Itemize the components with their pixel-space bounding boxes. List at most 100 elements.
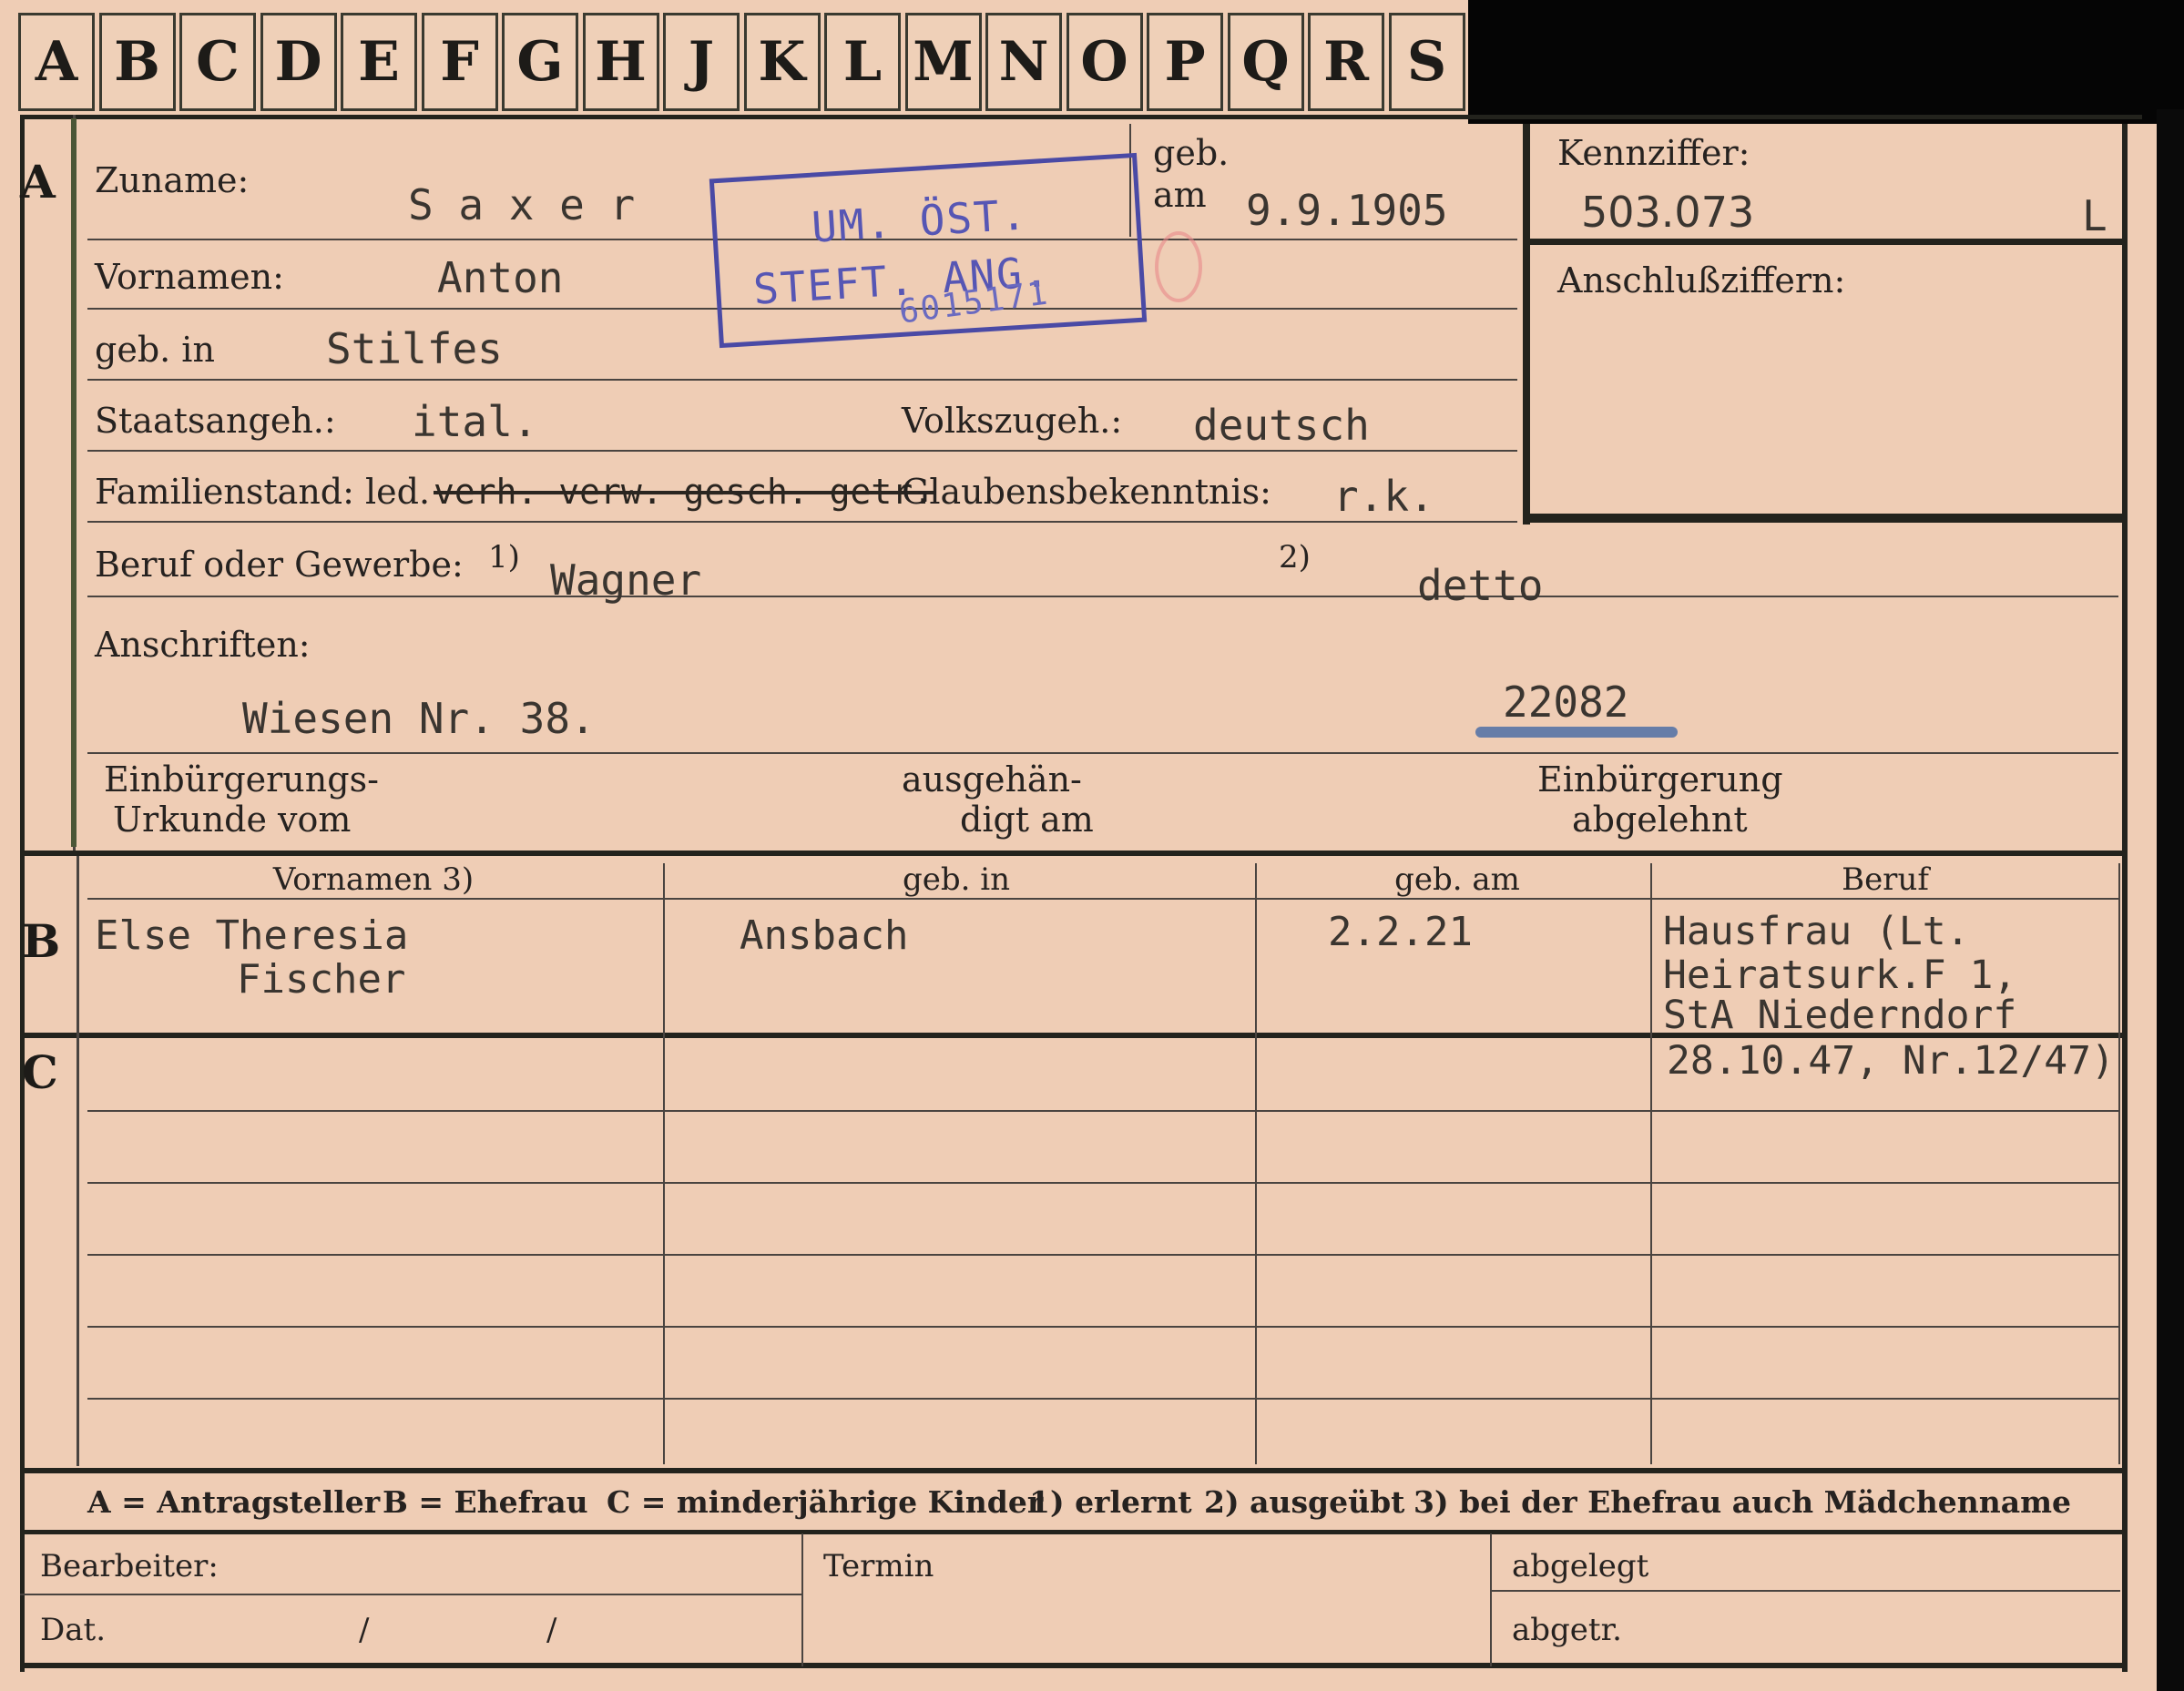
frame-top [20,115,2142,119]
legend-note-2: 2) ausgeübt [1204,1484,1405,1520]
alphabet-tab: G [502,13,578,111]
ethnicity-value: deutsch [1193,401,1370,450]
header-geb-am: geb. am [1394,861,1520,898]
rule [87,450,1517,452]
birthdate-value: 9.9.1905 [1246,186,1448,235]
bearbeiter-label: Bearbeiter: [40,1548,219,1584]
citizenship-label: Staatsangeh.: [95,401,336,441]
date-label: Dat. [40,1612,107,1648]
firstname-value: Anton [437,253,564,302]
address-number: 22082 [1503,677,1629,727]
legend-c: C = minderjährige Kinder [607,1484,1044,1520]
refused-label-2: abgelehnt [1572,800,1748,840]
alphabet-tab: P [1147,13,1223,111]
alphabet-tab: C [179,13,256,111]
card-edge-shade [71,118,77,847]
legend-a: A = Antragsteller [87,1484,381,1520]
anschluss-label: Anschlußziffern: [1557,260,1846,301]
header-beruf: Beruf [1842,861,1929,898]
scan-background [1468,0,2184,124]
address-value: Wiesen Nr. 38. [242,694,596,743]
spouse-profession-line: StA Niederndorf [1663,993,2017,1038]
rule [87,596,2118,597]
date-separator: / [546,1612,557,1648]
table-left-rule [77,856,79,1466]
children-row-rule [87,1254,2118,1256]
alphabet-tab: H [582,13,659,111]
rule [87,521,1517,523]
abgelegt-label: abgelegt [1512,1548,1649,1584]
naturalization-label-2: Urkunde vom [113,800,352,840]
alphabet-tab: F [421,13,498,111]
blue-underline-mark [1475,727,1678,738]
section-b-top-rule [20,851,2128,856]
spouse-profession-line: 28.10.47, Nr.12/47) [1667,1038,2115,1084]
footer-top-rule [20,1530,2128,1534]
alphabet-tab: B [98,13,176,111]
table-column-rule [663,863,665,1464]
naturalization-label: Einbürgerungs- [104,759,379,800]
section-b-marker: B [22,914,61,968]
marital-label: Familienstand: led. [95,472,431,512]
section-c-marker: C [22,1045,58,1099]
refused-label: Einbürgerung [1537,759,1783,800]
frame-right [2122,124,2128,1672]
legend-top-rule [20,1468,2128,1473]
rule [87,379,1517,381]
footer-column-rule [1490,1533,1492,1666]
termin-label: Termin [823,1548,934,1584]
id-box-divider [1523,239,2124,245]
profession-label: Beruf oder Gewerbe: [95,545,464,585]
legend-note-1: 1) erlernt [1029,1484,1192,1520]
marital-struck-options: verh. verw. gesch. getr. [434,472,934,512]
religion-value: r.k. [1333,472,1434,521]
table-column-rule [1650,863,1652,1464]
alphabet-tab: M [904,13,982,111]
alphabet-tab: D [260,13,337,111]
birthplace-value: Stilfes [326,324,503,373]
header-vornamen: Vornamen 3) [272,861,475,898]
rule [87,752,2118,754]
profession-practised: detto [1417,561,1544,610]
spouse-birthdate: 2.2.21 [1328,909,1473,955]
birthplace-label: geb. in [95,330,215,370]
spouse-firstnames: Else Theresia [95,912,409,959]
footer-rule [1490,1590,2120,1592]
office-stamp: UM. ÖST. STEFT. ANG. 6015171 [709,152,1148,349]
alphabet-tab: E [341,13,417,111]
children-row-rule [87,1110,2118,1112]
legend-b: B = Ehefrau [383,1484,588,1520]
spouse-birthplace: Ansbach [740,912,909,959]
footer-column-rule [801,1533,803,1666]
firstname-label: Vornamen: [95,257,284,297]
alphabet-tab: N [985,13,1062,111]
alphabet-tab: J [663,13,740,111]
children-row-rule [87,1398,2118,1400]
footer-rule [20,1594,801,1595]
children-row-rule [87,1326,2118,1328]
kennziffer-suffix: L [2082,191,2107,240]
birthdate-label: geb. [1153,133,1230,173]
scan-edge [2157,109,2184,1691]
legend-note-3: 3) bei der Ehefrau auch Mädchenname [1413,1484,2071,1520]
alphabet-tab: A [18,13,95,111]
alphabet-tab: L [824,13,901,111]
address-label: Anschriften: [95,625,311,665]
spouse-maiden-name: Fischer [237,956,406,1003]
section-a-marker: A [20,155,56,209]
religion-label: Glaubensbekenntnis: [902,472,1271,512]
id-box-left [1523,124,1530,525]
faint-red-mark [1155,231,1202,302]
table-column-rule [1255,863,1257,1464]
kennziffer-label: Kennziffer: [1557,133,1750,173]
frame-left [20,115,25,1672]
abgetr-label: abgetr. [1512,1612,1622,1648]
table-right-rule [2118,863,2120,1464]
alphabet-tab: O [1066,13,1143,111]
alphabet-tab: S [1388,13,1465,111]
surname-value: S a x e r [408,180,636,229]
stamp-line-1: UM. ÖST. [810,189,1029,252]
alphabet-tab: K [743,13,821,111]
children-row-rule [87,1182,2118,1184]
header-geb-in: geb. in [902,861,1011,898]
